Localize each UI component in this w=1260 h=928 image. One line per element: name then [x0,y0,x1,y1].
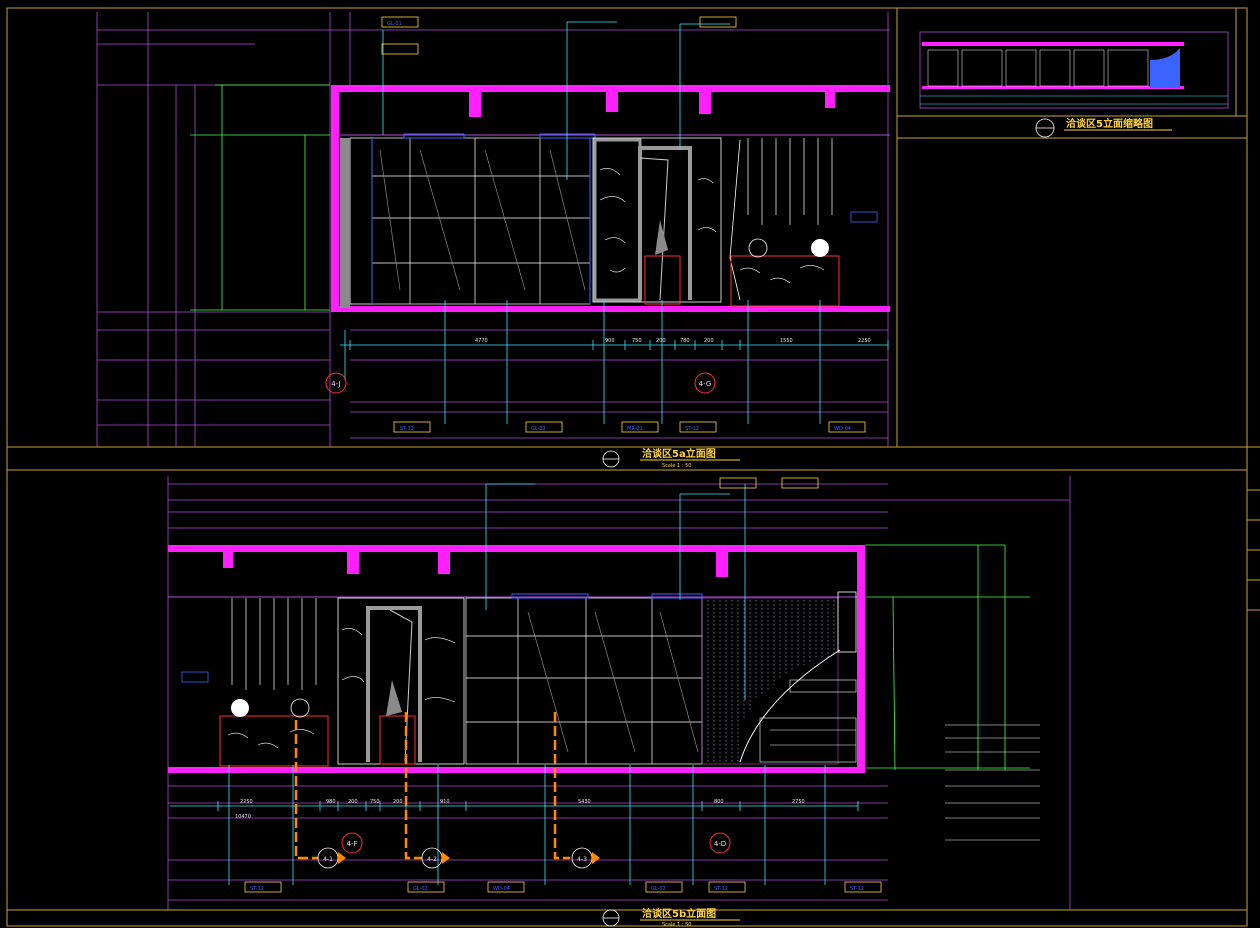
view-a-tag-1: GL-02 [531,426,546,432]
view-a-dim-2: 750 [632,338,642,344]
view-b-tag-0: ST-12 [250,886,264,892]
view-b-elevation: 2250 980 200 750 200 910 5430 800 2750 1… [167,476,1071,928]
view-a-height-dims [190,84,330,311]
view-b-callout-2: 4-3 [577,856,587,863]
view-b-section-mark-0: 4-F [346,840,357,848]
view-b-tag-1: GL-02 [413,886,428,892]
key-plan-title: 洽谈区5立面缩略图 [1066,117,1153,130]
view-b-callout-0: 4-1 [323,856,333,863]
view-a-section-mark-1: 4-G [699,380,712,388]
view-b-top-tags [719,477,819,489]
view-b-dim-3: 750 [370,799,380,805]
view-a-dim-1: 900 [605,338,615,344]
view-b-dim-1: 980 [326,799,336,805]
view-a-stone-panel [340,137,373,308]
view-b-tag-labels: ST-12 GL-02 WD-04 GL-02 ST-12 ST-12 [250,886,864,892]
view-b-tag-4: ST-12 [714,886,728,892]
view-a-blue-frames [371,133,596,304]
view-b-section-mark-1: 4-D [714,840,726,848]
view-b-callout-1: 4-2 [427,856,437,863]
view-b-title: 洽谈区5b立面图 [642,907,716,920]
view-a-structure [331,85,890,312]
view-b-height-dims [865,544,1030,771]
view-a-cabinet [729,139,840,307]
title-block-strip [1246,446,1260,630]
view-a-title: 洽谈区5a立面图 [642,447,716,460]
view-b-bottom-tags [244,881,882,893]
view-a-tag-labels: ST-12 GL-02 MR-01 ST-12 GL-01 WD-04 [387,21,851,432]
view-a-tag-2: MR-01 [627,426,643,432]
view-b-tag-5: ST-12 [850,886,864,892]
view-a-top-tags [381,16,737,55]
view-b-cabinet [219,698,329,767]
view-b-section-marks: 4-F 4-D [341,832,731,854]
view-a-dim-5: 200 [704,338,714,344]
view-a-title-block: 洽谈区5a立面图 Scale 1 : 50 [602,447,740,469]
view-b-marble-portal [337,597,465,765]
view-b-dim-5: 910 [440,799,450,805]
view-b-bead-curtain [701,591,857,765]
view-a-dim-labels: 4770 900 750 200 780 200 1550 2250 [475,338,871,344]
view-b-pendant-lights [231,598,317,690]
view-b-grid-lines [167,476,1071,910]
key-plan: 洽谈区5立面缩略图 [919,31,1229,138]
view-a-tag-5: WD-04 [834,426,851,432]
view-b-dim-6: 5430 [578,799,591,805]
view-b-dim-8: 2750 [792,799,805,805]
view-b-dim-0: 2250 [240,799,253,805]
view-b-dim-9: 10470 [235,814,251,820]
view-b-tag-3: GL-02 [651,886,666,892]
view-a-section-marks: 4-J 4-G [325,372,716,394]
view-a-tag-0: ST-12 [400,426,414,432]
view-b-dimension-chain [170,801,859,811]
view-a-tag-3: ST-12 [685,426,699,432]
view-b-callout-paths [294,712,570,860]
view-b-dim-2: 200 [348,799,358,805]
view-b-dim-4: 200 [393,799,403,805]
view-b-tag-2: WD-04 [493,886,510,892]
view-a-label-box [850,211,878,223]
view-a-dim-0: 4770 [475,338,488,344]
view-a-pendant-lights [747,138,833,225]
view-b-glass-shelves [465,597,703,765]
view-a-leaders [344,21,821,424]
view-b-dim-labels: 2250 980 200 750 200 910 5430 800 2750 1… [235,799,805,820]
view-b-scale: Scale 1 : 50 [662,922,691,928]
view-a-marble-portal [592,137,722,305]
view-a-grid-lines [96,12,890,447]
view-a-scale: Scale 1 : 50 [662,463,691,469]
view-b-dim-7: 800 [714,799,724,805]
view-a-dim-6: 1550 [780,338,793,344]
view-a-dim-7: 2250 [858,338,871,344]
elevation-drawing-sheet: 4770 900 750 200 780 200 1550 2250 4-J 4… [6,7,1260,928]
view-a-tag-4: GL-01 [387,21,402,27]
view-a-elevation: 4770 900 750 200 780 200 1550 2250 4-J 4… [96,12,890,469]
view-b-right-grid [945,724,1040,841]
view-a-dim-3: 200 [656,338,666,344]
view-a-section-mark-0: 4-J [331,380,340,388]
view-b-label-box [181,671,209,683]
view-a-glass-shelves [371,137,591,305]
view-a-dim-4: 780 [680,338,690,344]
view-b-structure [168,545,865,773]
view-b-leaders [228,483,826,885]
sheet-frame [6,7,1248,927]
